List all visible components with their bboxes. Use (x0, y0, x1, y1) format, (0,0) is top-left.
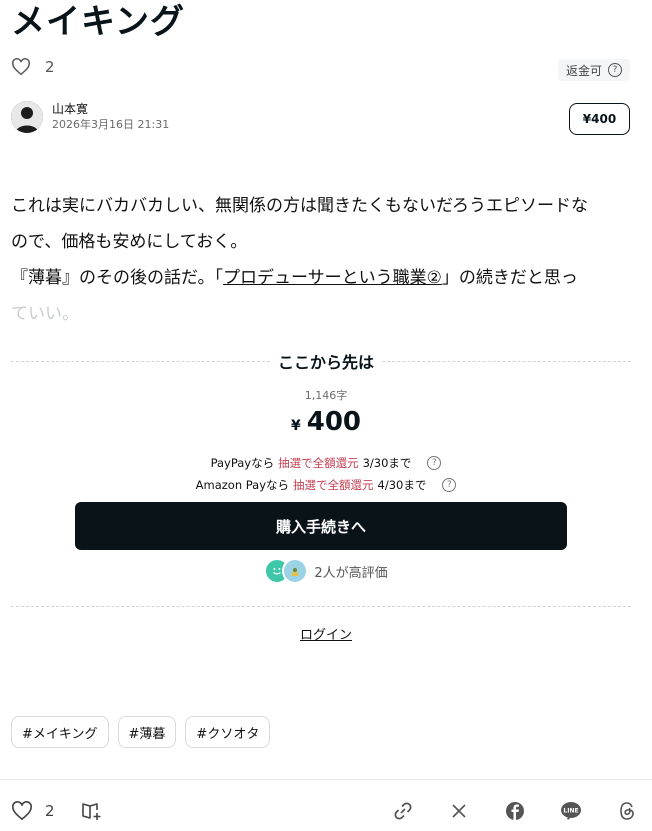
article-title: メイキング (11, 2, 185, 42)
amazonpay-promo: Amazon Payなら 抽選で全額還元 4/30まで ? (0, 477, 652, 493)
article-body: これは実にバカバカしい、無関係の方は聞きたくもないだろうエピソードな ので、価格… (11, 188, 626, 332)
rating-avatar (282, 558, 309, 584)
yen-symbol: ¥ (290, 418, 301, 434)
login-link-text[interactable]: ログイン (300, 628, 352, 643)
rating-text: 2人が高評価 (314, 565, 388, 581)
promo-highlight: 抽選で全額還元 (278, 456, 359, 470)
promo-text: Amazon Payなら (195, 478, 290, 492)
promo-text: 3/30まで (362, 456, 412, 470)
publish-date: 2026年3月16日 21:31 (52, 118, 170, 131)
x-icon[interactable] (448, 800, 470, 822)
rating-avatars (264, 558, 309, 584)
heart-icon[interactable] (11, 58, 31, 76)
author-name[interactable]: 山本寛 (52, 101, 169, 117)
refund-badge[interactable]: 返金可 ? (557, 59, 630, 81)
help-icon[interactable]: ? (427, 456, 442, 470)
body-line: これは実にバカバカしい、無関係の方は聞きたくもないだろうエピソードな (11, 196, 588, 216)
paywall-price: ¥ 400 (0, 407, 652, 437)
body-line: ので、価格も安めにしておく。 (11, 232, 248, 252)
price-value: 400 (306, 407, 362, 437)
tag-kusoota[interactable]: #クソオタ (185, 716, 271, 748)
paypay-promo: PayPayなら 抽選で全額還元 3/30まで ? (0, 455, 652, 471)
tag-hakubo[interactable]: #薄暮 (117, 716, 177, 748)
promo-highlight: 抽選で全額還元 (293, 478, 374, 492)
promo-text: 4/30まで (377, 478, 427, 492)
paywall-heading-text: ここから先は (269, 353, 382, 372)
svg-text:LINE: LINE (563, 808, 578, 815)
help-icon[interactable]: ? (442, 478, 457, 492)
share-actions: LINE (392, 800, 638, 822)
footer-actions-left: 2 (11, 800, 103, 822)
body-line-faded: ていい。 (11, 304, 79, 324)
author-info[interactable]: 山本寛 2026年3月16日 21:31 (11, 101, 169, 133)
body-line: 『薄暮』のその後の話だ。「プロデューサーという職業②」の続きだと思っ (11, 260, 626, 296)
body-text-segment: 『薄暮』のその後の話だ。「 (11, 268, 223, 288)
promo-text: PayPayなら (210, 456, 275, 470)
refund-label: 返金可 (565, 63, 602, 78)
avatar[interactable] (11, 101, 43, 133)
link-icon[interactable] (392, 800, 414, 822)
login-link: ログイン (0, 624, 652, 643)
threads-icon[interactable] (616, 800, 638, 822)
paywall-heading: ここから先は (0, 349, 652, 373)
facebook-icon[interactable] (504, 800, 526, 822)
footer-divider (0, 779, 652, 780)
char-count: 1,146字 (304, 389, 348, 402)
like-row: 2 (11, 58, 55, 76)
footer-like-count: 2 (45, 802, 55, 820)
heart-icon[interactable] (11, 800, 33, 822)
like-count: 2 (45, 58, 55, 76)
article-link[interactable]: プロデューサーという職業② (223, 268, 442, 288)
help-icon: ? (608, 63, 622, 77)
tag-makingu[interactable]: #メイキング (11, 716, 109, 748)
purchase-button[interactable]: 購入手続きへ (75, 502, 567, 550)
login-divider (11, 606, 631, 607)
tag-list: #メイキング #薄暮 #クソオタ (11, 716, 271, 748)
body-text-segment: 」の続きだと思っ (441, 268, 578, 288)
rating-row: 2人が高評価 (0, 558, 652, 584)
add-to-magazine-icon[interactable] (81, 800, 103, 822)
line-icon[interactable]: LINE (560, 800, 582, 822)
price-button[interactable]: ¥400 (569, 103, 630, 135)
